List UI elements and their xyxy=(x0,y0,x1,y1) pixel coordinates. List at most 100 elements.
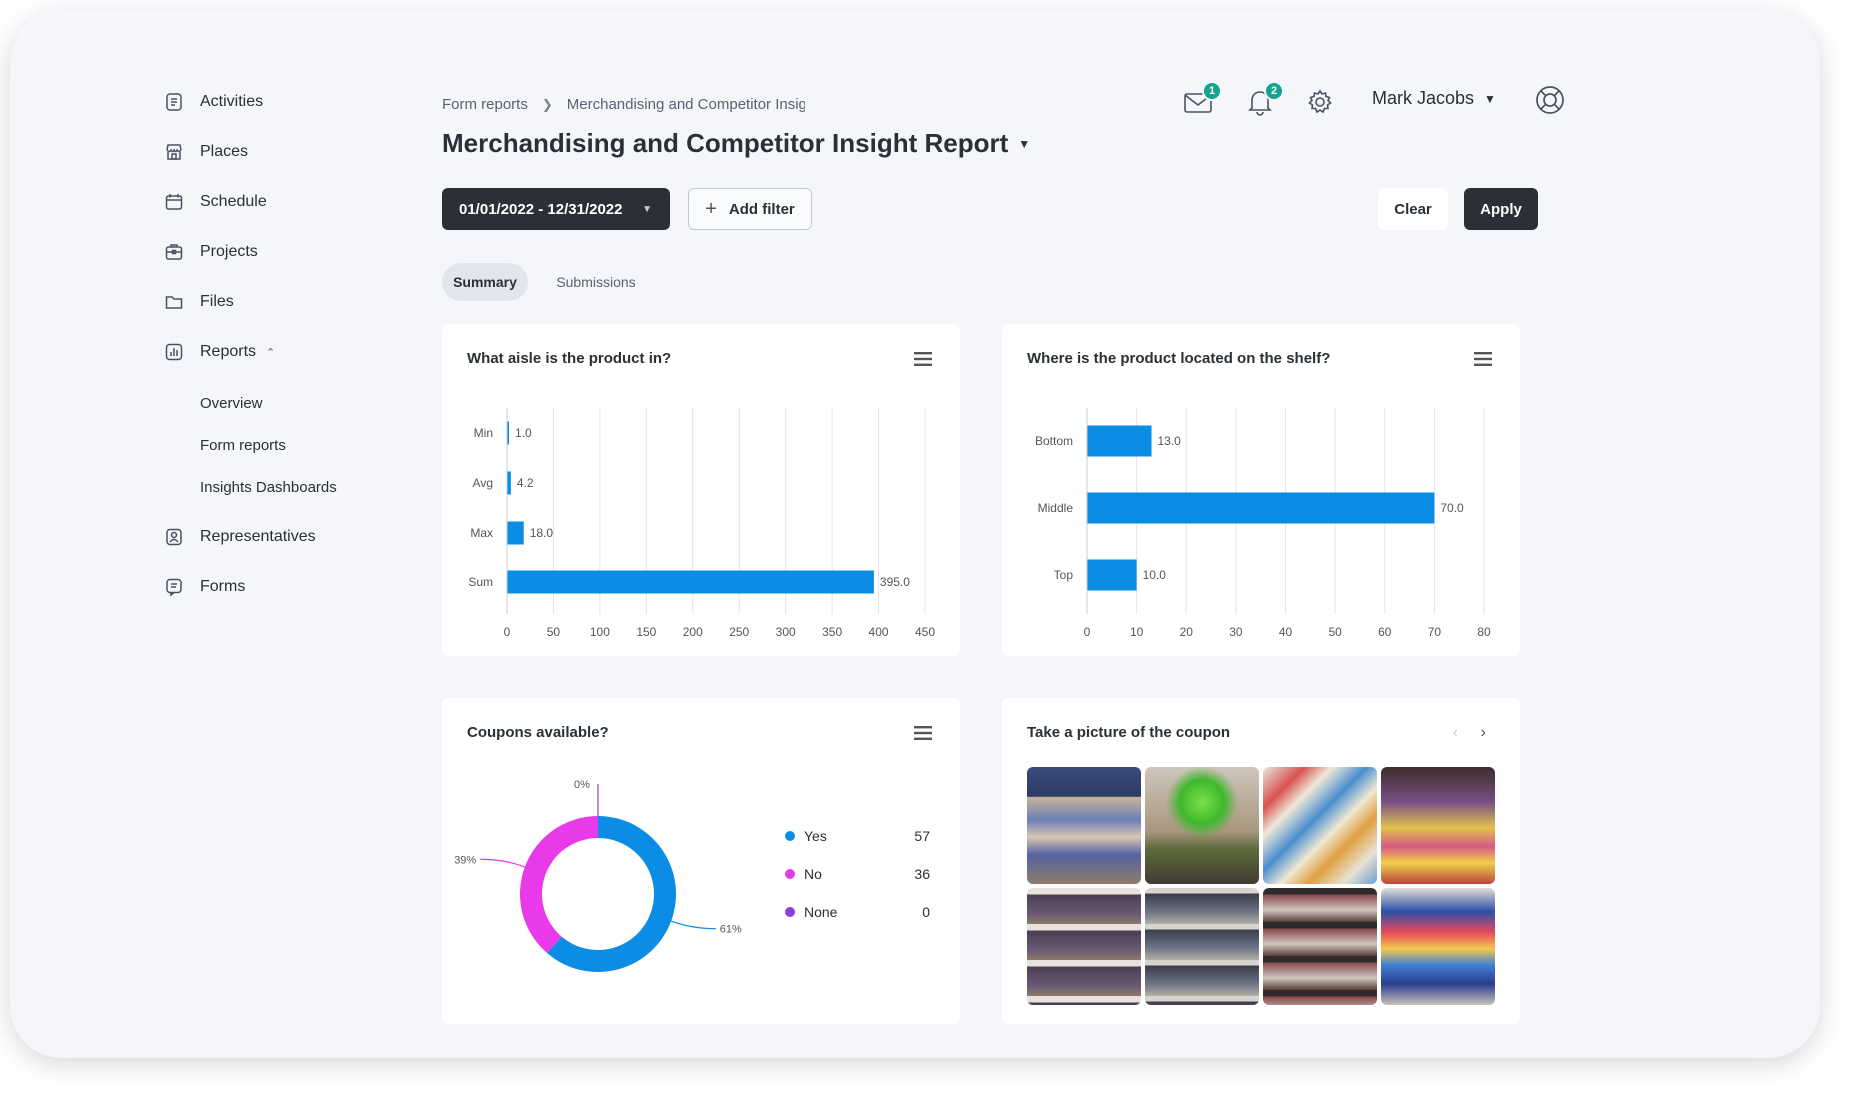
sidebar-item-files[interactable]: Files xyxy=(162,288,234,316)
category-label: Sum xyxy=(468,575,493,589)
chevron-left-icon[interactable]: ‹ xyxy=(1453,724,1458,742)
chevron-up-icon[interactable]: ⌃ xyxy=(266,346,275,359)
leader-line xyxy=(670,920,716,930)
legend-label: None xyxy=(804,904,838,920)
briefcase-icon xyxy=(162,240,186,264)
store-icon xyxy=(162,140,186,164)
coupons-donut-chart: 61% 39% 0% Yes 57 No 36 None 0 xyxy=(454,779,930,972)
sidebar-item-label: Reports xyxy=(200,343,257,360)
x-tick-label: 80 xyxy=(1477,625,1491,639)
bar xyxy=(507,521,524,545)
activities-icon xyxy=(162,90,186,114)
breadcrumb-link-form-reports[interactable]: Form reports xyxy=(442,96,528,113)
x-tick-label: 400 xyxy=(869,625,889,639)
breadcrumb: Form reports ❯ Merchandising and Competi… xyxy=(442,96,805,113)
sidebar-item-reports[interactable]: Reports ⌃ xyxy=(162,338,275,366)
legend-value: 57 xyxy=(914,828,930,844)
user-menu[interactable]: Mark Jacobs ▼ xyxy=(1372,88,1496,109)
legend-label: No xyxy=(804,866,822,882)
bar xyxy=(507,471,511,495)
x-tick-label: 50 xyxy=(547,625,561,639)
bar xyxy=(507,570,874,594)
sidebar-item-projects[interactable]: Projects xyxy=(162,238,258,266)
chevron-right-icon[interactable]: › xyxy=(1481,724,1486,742)
page-title[interactable]: Merchandising and Competitor Insight Rep… xyxy=(442,128,1030,159)
x-tick-label: 20 xyxy=(1180,625,1194,639)
apply-button[interactable]: Apply xyxy=(1464,188,1538,230)
breadcrumb-current: Merchandising and Competitor Insight xyxy=(566,96,805,113)
gear-icon xyxy=(1308,89,1332,114)
sidebar-item-schedule[interactable]: Schedule xyxy=(162,188,267,216)
notifications-button[interactable]: 2 xyxy=(1242,81,1284,120)
x-tick-label: 150 xyxy=(636,625,656,639)
x-tick-label: 350 xyxy=(822,625,842,639)
photo-thumbnail[interactable] xyxy=(1381,888,1495,1005)
help-button[interactable] xyxy=(1534,84,1566,121)
x-tick-label: 250 xyxy=(729,625,749,639)
sidebar-subitem-form-reports[interactable]: Form reports xyxy=(200,437,286,454)
bar xyxy=(1087,492,1435,524)
category-label: Min xyxy=(474,426,493,440)
shelf-bar-chart: 0 10 20 30 40 50 60 70 80 Bottom 13.0 Middle 70.0 Top… xyxy=(1035,408,1491,639)
photo-thumbnail[interactable] xyxy=(1381,767,1495,884)
percent-label: 0% xyxy=(574,779,590,791)
sidebar-item-places[interactable]: Places xyxy=(162,138,248,166)
category-label: Top xyxy=(1054,568,1074,582)
x-tick-label: 0 xyxy=(1084,625,1091,639)
x-tick-label: 10 xyxy=(1130,625,1144,639)
legend-label: Yes xyxy=(804,828,827,844)
card-title: Take a picture of the coupon xyxy=(1027,724,1231,741)
mail-badge: 1 xyxy=(1202,81,1222,101)
report-chart-icon xyxy=(162,340,186,364)
data-label: 1.0 xyxy=(515,426,532,440)
percent-label: 39% xyxy=(454,854,476,866)
sidebar-item-forms[interactable]: Forms xyxy=(162,573,245,601)
x-tick-label: 0 xyxy=(504,625,511,639)
coupons-chart-card: Coupons available? 61% 39% 0% Yes 57 No 36 None… xyxy=(442,698,960,1024)
lifebuoy-icon xyxy=(1536,86,1564,114)
sidebar-item-label: Forms xyxy=(200,578,246,595)
calendar-icon xyxy=(162,190,186,214)
x-tick-label: 30 xyxy=(1229,625,1243,639)
x-tick-label: 200 xyxy=(683,625,703,639)
x-tick-label: 300 xyxy=(776,625,796,639)
x-tick-label: 50 xyxy=(1328,625,1342,639)
settings-button[interactable] xyxy=(1302,84,1338,120)
photo-thumbnail[interactable] xyxy=(1263,767,1377,884)
sidebar-item-label: Files xyxy=(200,293,234,310)
photo-thumbnail[interactable] xyxy=(1263,888,1377,1005)
tab-submissions[interactable]: Submissions xyxy=(550,263,642,301)
app-window: Activities Places Schedule Projects File… xyxy=(10,10,1820,1058)
header-actions: 1 2 xyxy=(1180,80,1338,124)
add-filter-button[interactable]: + Add filter xyxy=(688,188,812,230)
sidebar-item-activities[interactable]: Activities xyxy=(162,88,263,116)
coupon-photos-card: Take a picture of the coupon ‹ › xyxy=(1002,698,1520,1024)
caret-down-icon: ▼ xyxy=(642,203,652,215)
photo-thumbnail[interactable] xyxy=(1145,767,1259,884)
sidebar-subitem-overview[interactable]: Overview xyxy=(200,395,263,412)
photo-thumbnail[interactable] xyxy=(1027,888,1141,1005)
data-label: 10.0 xyxy=(1143,568,1167,582)
legend-marker xyxy=(785,907,795,917)
percent-label: 61% xyxy=(720,924,742,936)
mail-button[interactable]: 1 xyxy=(1180,81,1222,120)
page-title-text: Merchandising and Competitor Insight Rep… xyxy=(442,128,1009,158)
category-label: Bottom xyxy=(1035,434,1073,448)
bar xyxy=(1087,425,1152,457)
sidebar-item-representatives[interactable]: Representatives xyxy=(162,523,316,551)
x-tick-label: 60 xyxy=(1378,625,1392,639)
date-range-picker[interactable]: 01/01/2022 - 12/31/2022 ▼ xyxy=(442,188,670,230)
legend-marker xyxy=(785,869,795,879)
plus-icon: + xyxy=(705,197,717,220)
tab-summary[interactable]: Summary xyxy=(442,263,528,301)
data-label: 70.0 xyxy=(1440,501,1464,515)
legend-marker xyxy=(785,831,795,841)
clear-button[interactable]: Clear xyxy=(1378,188,1448,230)
notifications-badge: 2 xyxy=(1264,81,1284,101)
data-label: 395.0 xyxy=(880,575,910,589)
photo-thumbnail[interactable] xyxy=(1145,888,1259,1005)
sidebar-subitem-insights-dashboards[interactable]: Insights Dashboards xyxy=(200,479,337,496)
x-tick-label: 40 xyxy=(1279,625,1293,639)
photo-thumbnail[interactable] xyxy=(1027,767,1141,884)
donut-slice xyxy=(520,816,598,954)
